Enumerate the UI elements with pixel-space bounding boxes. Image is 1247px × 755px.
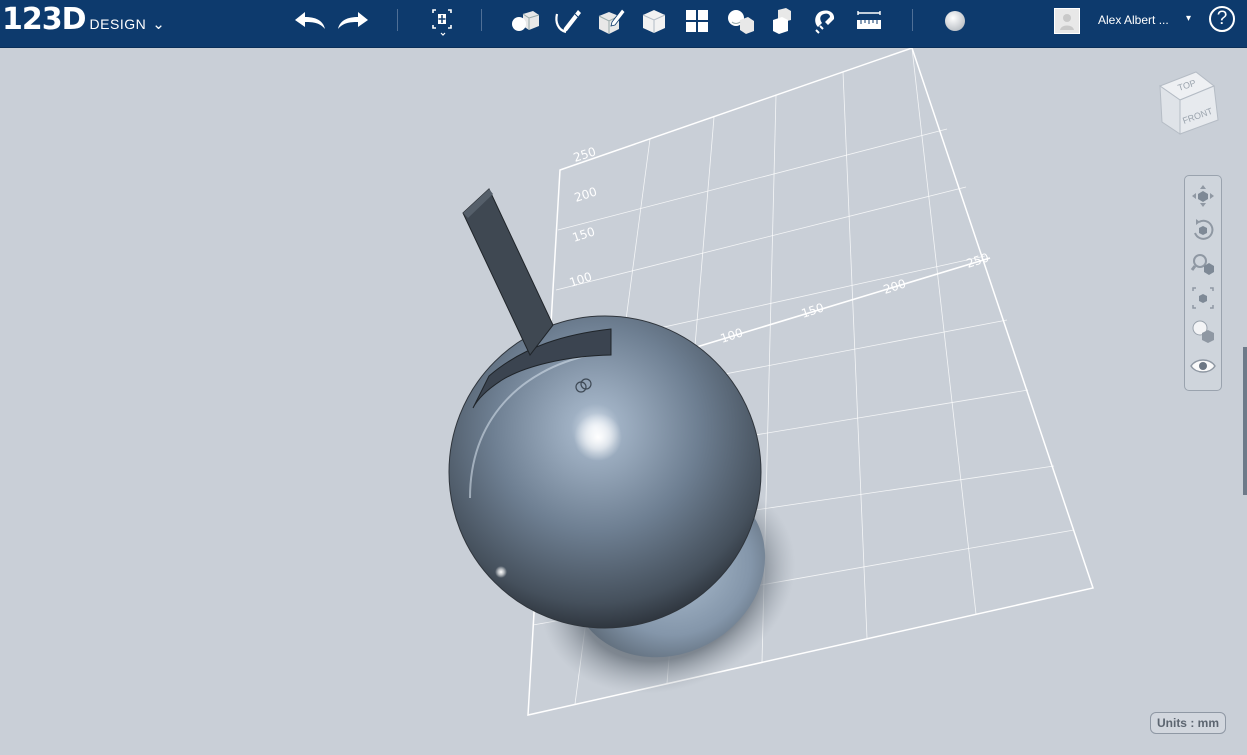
grouping-icon [728,10,754,34]
main-sphere[interactable] [448,315,762,629]
sketch-icon [555,10,581,34]
view-cube[interactable]: TOP FRONT [1148,64,1228,144]
grouping-button[interactable] [721,4,759,38]
toolbar-divider [912,9,913,31]
redo-icon [338,12,368,29]
visibility-eye-icon [1190,359,1216,373]
fit-icon [1192,287,1214,309]
orbit-button[interactable] [1189,216,1217,244]
pattern-button[interactable] [678,4,716,38]
zoom-button[interactable] [1189,250,1217,278]
sphere-highlight [495,566,507,578]
x-tick-label: 100 [719,325,745,345]
combine-button[interactable] [764,4,802,38]
pan-icon [1192,185,1214,207]
y-tick-label: 150 [571,224,597,244]
fit-view-button[interactable] [1189,284,1217,312]
visibility-button[interactable] [1189,352,1217,380]
snap-icon [815,10,835,34]
measure-icon [857,11,881,29]
3d-viewport[interactable]: 250 200 150 100 100 150 200 250 TOP FRON… [0,48,1247,755]
primitives-button[interactable] [506,4,544,38]
units-label: Units : mm [1156,716,1219,730]
x-tick-label: 200 [882,276,908,296]
transform-button[interactable] [423,4,461,38]
redo-button[interactable] [334,4,372,38]
snap-button[interactable] [807,4,845,38]
material-icon [945,11,965,31]
pan-button[interactable] [1189,182,1217,210]
user-avatar[interactable] [1054,8,1080,34]
user-menu-caret-icon[interactable]: ▾ [1186,13,1191,24]
x-tick-label: 150 [800,300,826,320]
modify-icon [642,10,666,33]
construct-icon [598,8,626,34]
top-toolbar: 123D DESIGN ⌄ Alex Albert ... ▾ ? [0,0,1247,48]
logo-word: DESIGN [89,16,147,32]
x-tick-label: 250 [965,250,991,270]
primitives-icon [512,11,540,31]
construct-button[interactable] [592,4,630,38]
scene-canvas[interactable]: 250 200 150 100 100 150 200 250 [0,48,1247,755]
app-logo-menu[interactable]: 123D DESIGN ⌄ [2,2,165,42]
logo-number: 123D [2,2,87,37]
view-material-button[interactable] [1189,318,1217,346]
vertical-scrollbar[interactable] [1243,347,1247,495]
vertical-plate[interactable] [462,188,554,356]
y-tick-label: 200 [573,184,599,204]
grid-tick-labels: 250 200 150 100 100 150 200 250 [568,144,991,345]
toolbar-divider [397,9,398,31]
sketch-button[interactable] [549,4,587,38]
material-button[interactable] [936,4,974,38]
help-button[interactable]: ? [1209,6,1235,32]
logo-menu-chevron-icon[interactable]: ⌄ [152,15,165,33]
y-tick-label: 100 [568,269,594,289]
transform-icon [432,9,452,36]
combine-icon [773,8,791,34]
modify-button[interactable] [635,4,673,38]
sphere-highlight [574,413,622,461]
navigation-bar [1184,175,1222,391]
view-material-icon [1192,320,1214,343]
zoom-icon [1190,254,1214,275]
y-tick-label: 250 [572,144,598,164]
help-label: ? [1216,8,1228,29]
measure-button[interactable] [850,4,888,38]
toolbar-divider [481,9,482,31]
orbit-icon [1194,219,1214,240]
user-name[interactable]: Alex Albert ... [1098,13,1169,27]
undo-icon [295,12,325,29]
units-indicator[interactable]: Units : mm [1150,712,1226,734]
pattern-icon [686,10,708,32]
undo-button[interactable] [291,4,329,38]
person-icon [1060,14,1074,30]
